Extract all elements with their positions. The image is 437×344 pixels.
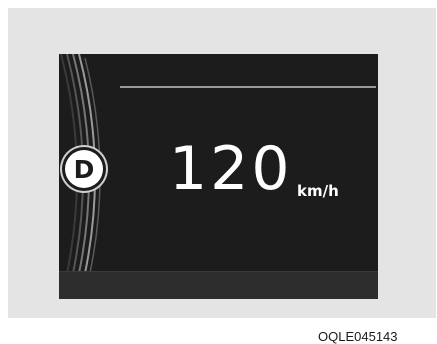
bottom-band bbox=[59, 272, 378, 299]
instrument-cluster-display: D 120 km/h bbox=[59, 54, 378, 299]
gear-position-label: D bbox=[73, 154, 95, 184]
top-divider-line bbox=[120, 86, 376, 88]
figure-code: OQLE045143 bbox=[318, 329, 398, 344]
page: D 120 km/h OQLE045143 bbox=[0, 0, 437, 344]
speed-unit: km/h bbox=[297, 182, 339, 200]
speed-readout: 120 bbox=[169, 134, 293, 204]
gear-position-d-icon: D bbox=[65, 150, 103, 188]
